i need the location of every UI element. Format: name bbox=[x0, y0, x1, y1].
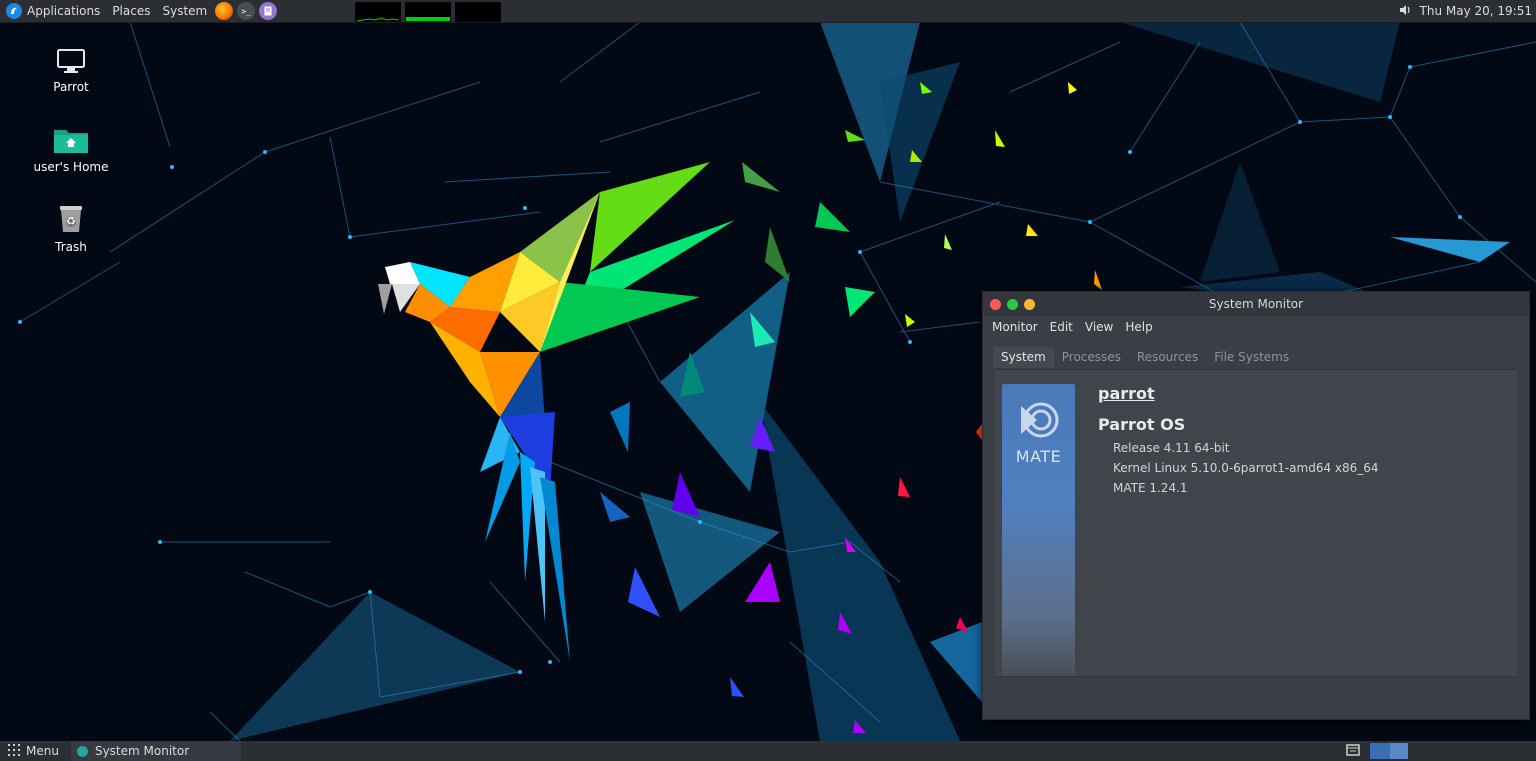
tab-resources[interactable]: Resources bbox=[1129, 347, 1206, 368]
system-monitor-icon bbox=[76, 745, 88, 757]
desktop-icon-label: Parrot bbox=[53, 80, 89, 94]
kernel-info: Kernel Linux 5.10.0-6parrot1-amd64 x86_6… bbox=[1113, 461, 1379, 475]
hostname[interactable]: parrot bbox=[1098, 384, 1379, 403]
trash-icon: ♻ bbox=[26, 204, 116, 234]
places-menu-label: Places bbox=[112, 4, 151, 18]
system-menu[interactable]: System bbox=[156, 0, 213, 22]
svg-text:♻: ♻ bbox=[66, 215, 76, 228]
os-name: Parrot OS bbox=[1098, 415, 1186, 434]
tab-bar: System Processes Resources File Systems bbox=[983, 344, 1529, 368]
system-menu-label: System bbox=[162, 4, 208, 18]
home-folder-icon bbox=[26, 124, 116, 154]
desktop-icon-home[interactable]: user's Home bbox=[26, 124, 116, 174]
desktop-version-info: MATE 1.24.1 bbox=[1113, 481, 1188, 495]
menu-view[interactable]: View bbox=[1079, 320, 1119, 334]
firefox-icon[interactable] bbox=[215, 2, 234, 20]
menu-edit[interactable]: Edit bbox=[1044, 320, 1079, 334]
places-menu[interactable]: Places bbox=[106, 0, 156, 22]
system-monitor-applet[interactable] bbox=[355, 0, 505, 22]
system-info-pane: MATE parrot Parrot OS Release 4.11 64-bi… bbox=[993, 369, 1519, 677]
menu-help[interactable]: Help bbox=[1119, 320, 1158, 334]
window-menubar: Monitor Edit View Help bbox=[983, 316, 1529, 338]
menu-button-label: Menu bbox=[26, 744, 59, 758]
menu-button[interactable]: Menu bbox=[0, 743, 67, 759]
mate-banner: MATE bbox=[1002, 384, 1075, 676]
workspace-2[interactable] bbox=[1390, 743, 1408, 759]
network-graph bbox=[455, 2, 502, 22]
bottom-panel: Menu System Monitor bbox=[0, 741, 1536, 761]
maximize-button[interactable] bbox=[1024, 298, 1035, 310]
tab-file-systems[interactable]: File Systems bbox=[1206, 347, 1297, 368]
system-info: parrot Parrot OS Release 4.11 64-bit Ker… bbox=[1098, 384, 1379, 498]
memory-graph bbox=[405, 2, 452, 22]
cpu-graph bbox=[355, 2, 402, 22]
applications-menu-label: Applications bbox=[27, 4, 101, 18]
tab-system[interactable]: System bbox=[993, 347, 1054, 368]
tab-processes[interactable]: Processes bbox=[1054, 347, 1129, 368]
window-titlebar[interactable]: System Monitor bbox=[983, 292, 1529, 316]
clock[interactable]: Thu May 20, 19:51 bbox=[1420, 4, 1532, 18]
menu-monitor[interactable]: Monitor bbox=[986, 320, 1044, 334]
grid-menu-icon bbox=[8, 743, 20, 759]
workspace-1[interactable] bbox=[1370, 743, 1390, 759]
desktop-icon-parrot[interactable]: Parrot bbox=[26, 44, 116, 94]
window-title: System Monitor bbox=[1208, 297, 1304, 311]
text-editor-icon[interactable] bbox=[259, 2, 278, 20]
terminal-icon[interactable]: >_ bbox=[237, 2, 256, 20]
show-desktop-icon[interactable] bbox=[1346, 743, 1360, 760]
mate-banner-text: MATE bbox=[1015, 447, 1062, 466]
volume-icon[interactable] bbox=[1399, 4, 1412, 19]
top-panel: Applications Places System >_ Thu May 20… bbox=[0, 0, 1536, 22]
taskbar-item-label: System Monitor bbox=[94, 744, 190, 758]
system-monitor-window: System Monitor Monitor Edit View Help Sy… bbox=[982, 291, 1530, 720]
desktop-icon-label: Trash bbox=[55, 240, 87, 254]
taskbar-item-system-monitor[interactable]: System Monitor bbox=[70, 741, 242, 761]
desktop-icon-label: user's Home bbox=[33, 160, 109, 174]
close-button[interactable] bbox=[990, 298, 1001, 310]
parrot-logo-icon bbox=[6, 3, 22, 19]
desktop-icon-trash[interactable]: ♻ Trash bbox=[26, 204, 116, 254]
release-info: Release 4.11 64-bit bbox=[1113, 441, 1230, 455]
mate-logo-icon bbox=[1019, 400, 1059, 444]
computer-icon bbox=[26, 44, 116, 74]
minimize-button[interactable] bbox=[1007, 298, 1018, 310]
applications-menu[interactable]: Applications bbox=[0, 0, 106, 22]
